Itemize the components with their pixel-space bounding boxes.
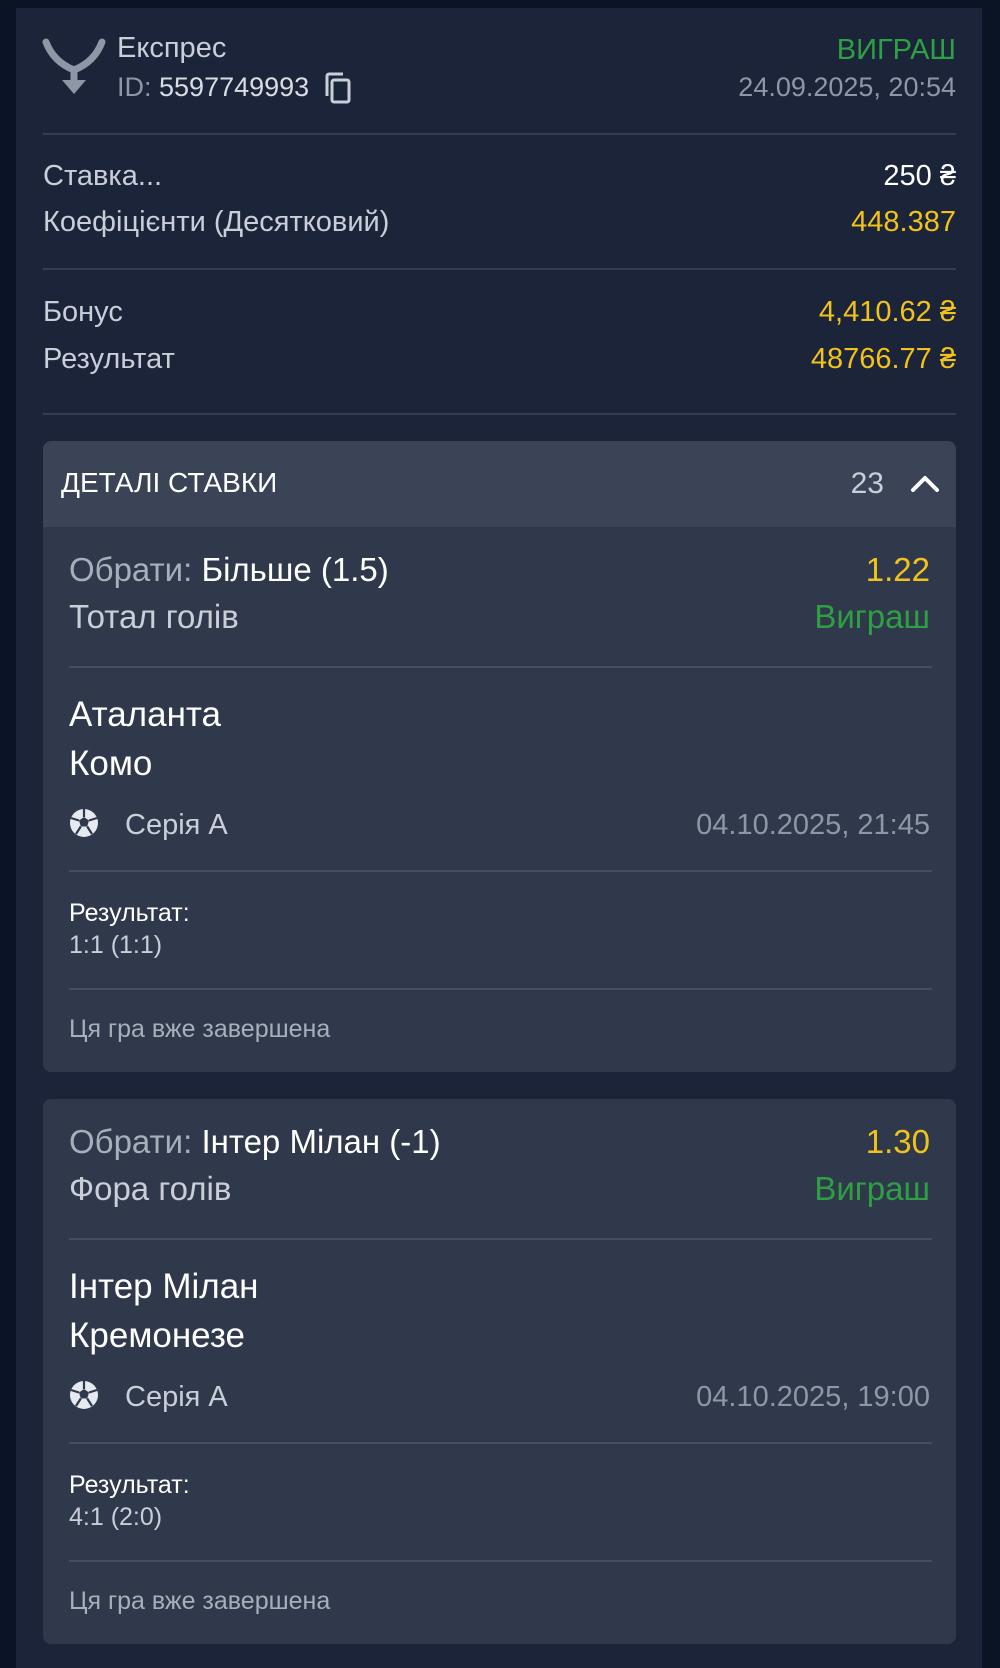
match-result-label: Результат: — [69, 1471, 190, 1499]
team-away: Кремонезе — [69, 1316, 245, 1355]
divider — [69, 666, 932, 668]
team-home: Інтер Мілан — [69, 1267, 259, 1306]
odds-value: 448.387 — [851, 206, 956, 238]
result-label: Результат — [43, 343, 175, 375]
chevron-up-icon[interactable] — [910, 469, 940, 499]
bet-id: ID: 5597749993 — [117, 72, 309, 103]
odds-label: Коефіцієнти (Десятковий) — [43, 206, 390, 238]
bet-id-label: ID: — [117, 72, 160, 102]
bet-datetime: 24.09.2025, 20:54 — [738, 72, 956, 102]
team-away: Комо — [69, 744, 153, 783]
team-home: Аталанта — [69, 695, 221, 734]
selection-card: Обрати: Інтер Мілан (-1) 1.30 Фора голів… — [43, 1099, 956, 1644]
stake-label: Ставка... — [43, 160, 163, 192]
game-finished-note: Ця гра вже завершена — [69, 1587, 331, 1615]
divider — [69, 1238, 932, 1240]
league-name: Серія А — [125, 1381, 228, 1413]
bet-details-title: ДЕТАЛІ СТАВКИ — [61, 467, 278, 498]
divider — [43, 268, 956, 270]
divider — [43, 413, 956, 415]
copy-icon[interactable] — [324, 72, 352, 104]
selection-odds: 1.22 — [865, 551, 930, 588]
selection-market: Тотал голів — [69, 598, 239, 635]
game-finished-note: Ця гра вже завершена — [69, 1015, 331, 1043]
bonus-label: Бонус — [43, 296, 123, 328]
bet-status: ВИГРАШ — [836, 34, 956, 66]
divider — [69, 988, 932, 990]
bet-id-value: 5597749993 — [159, 72, 310, 102]
bet-details-count: 23 — [850, 467, 884, 500]
divider — [69, 870, 932, 872]
bonus-value: 4,410.62 ₴ — [818, 296, 956, 328]
selection-market: Фора голів — [69, 1170, 232, 1207]
pick-label: Обрати: — [69, 551, 202, 588]
match-result-value: 1:1 (1:1) — [69, 931, 163, 959]
bet-type-title: Експрес — [117, 32, 227, 64]
selection-status: Виграш — [814, 598, 930, 635]
bet-details-toggle[interactable]: ДЕТАЛІ СТАВКИ 23 — [43, 441, 956, 527]
match-datetime: 04.10.2025, 21:45 — [696, 809, 930, 841]
pick-label: Обрати: — [69, 1123, 202, 1160]
soccer-ball-icon — [70, 1381, 98, 1409]
pick-value: Більше (1.5) — [201, 551, 389, 588]
league-name: Серія А — [125, 809, 228, 841]
divider — [69, 1560, 932, 1562]
selection-pick: Обрати: Більше (1.5) — [69, 551, 389, 589]
bet-header: Експрес ID: 5597749993 ВИГРАШ 24.09.2025… — [42, 28, 956, 108]
match-result-value: 4:1 (2:0) — [69, 1503, 163, 1531]
selection-odds: 1.30 — [865, 1123, 930, 1160]
divider — [69, 1442, 932, 1444]
brand-y-logo-icon — [42, 38, 106, 94]
soccer-ball-icon — [70, 809, 98, 837]
match-datetime: 04.10.2025, 19:00 — [696, 1381, 930, 1413]
stake-value: 250 ₴ — [883, 160, 956, 192]
selection-card: Обрати: Більше (1.5) 1.22 Тотал голів Ви… — [43, 527, 956, 1072]
selection-status: Виграш — [814, 1170, 930, 1207]
divider — [43, 133, 956, 135]
match-result-label: Результат: — [69, 899, 190, 927]
pick-value: Інтер Мілан (-1) — [201, 1123, 441, 1160]
selection-pick: Обрати: Інтер Мілан (-1) — [69, 1123, 441, 1161]
result-value: 48766.77 ₴ — [810, 343, 956, 375]
